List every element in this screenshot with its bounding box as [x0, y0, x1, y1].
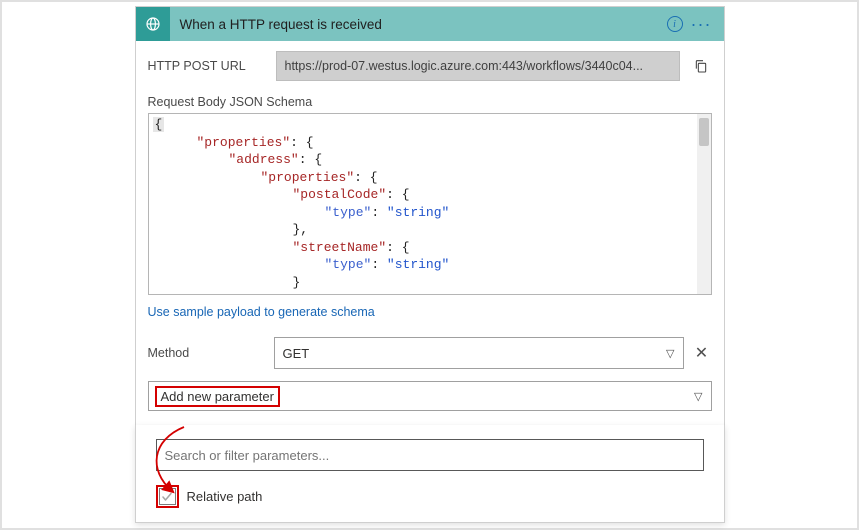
method-row: Method GET ▽ ✕ [148, 337, 712, 369]
info-icon[interactable]: i [667, 16, 683, 32]
http-url-field[interactable]: https://prod-07.westus.logic.azure.com:4… [276, 51, 680, 81]
http-url-label: HTTP POST URL [148, 59, 266, 73]
schema-label: Request Body JSON Schema [148, 95, 712, 109]
scrollbar[interactable] [697, 114, 711, 294]
http-url-row: HTTP POST URL https://prod-07.westus.log… [148, 51, 712, 81]
parameter-option-row[interactable]: Relative path [156, 485, 704, 508]
chevron-down-icon: ▽ [666, 347, 674, 360]
add-parameter-label: Add new parameter [155, 386, 280, 407]
method-label: Method [148, 346, 266, 360]
card-header: When a HTTP request is received i ··· [136, 7, 724, 41]
parameter-dropdown-panel: Relative path [135, 425, 725, 523]
method-value: GET [283, 346, 310, 361]
card-title: When a HTTP request is received [170, 17, 667, 32]
copy-icon[interactable] [690, 55, 712, 77]
trigger-card: When a HTTP request is received i ··· HT… [135, 6, 725, 426]
add-new-parameter-dropdown[interactable]: Add new parameter ▽ [148, 381, 712, 411]
parameter-search-input[interactable] [156, 439, 704, 471]
schema-textarea[interactable]: { "properties": { "address": { "properti… [148, 113, 712, 295]
more-menu-icon[interactable]: ··· [691, 19, 712, 29]
http-trigger-icon [136, 7, 170, 41]
relative-path-label: Relative path [187, 489, 263, 504]
relative-path-checkbox[interactable] [159, 488, 176, 505]
sample-payload-link[interactable]: Use sample payload to generate schema [148, 305, 712, 319]
chevron-down-icon: ▽ [694, 390, 702, 403]
remove-method-button[interactable]: ✕ [692, 343, 712, 363]
schema-line: { [153, 117, 165, 132]
method-select[interactable]: GET ▽ [274, 337, 684, 369]
